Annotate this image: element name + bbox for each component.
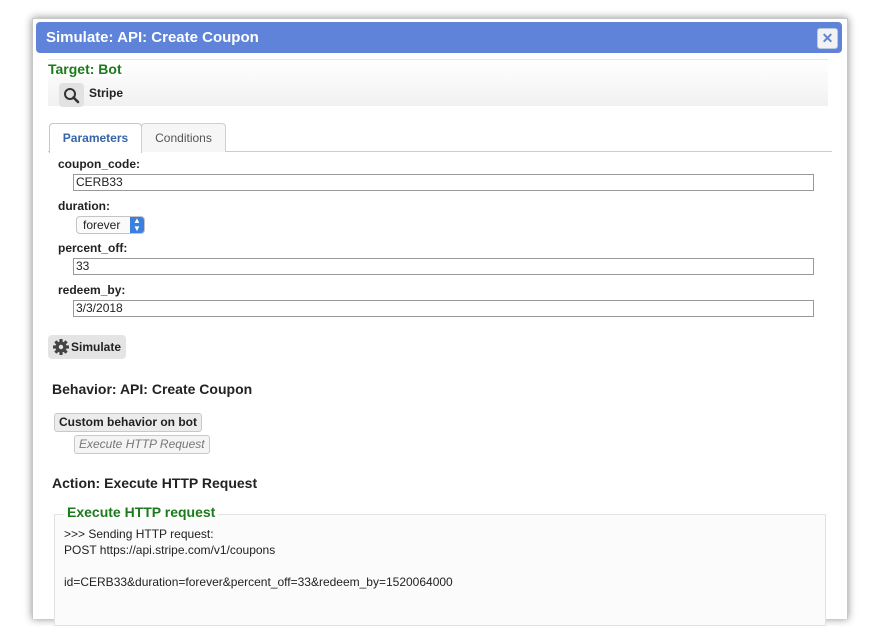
simulate-button[interactable]: Simulate [48, 335, 126, 359]
gear-icon [52, 338, 70, 364]
target-name: Stripe [89, 86, 124, 100]
behavior-child-node[interactable]: Execute HTTP Request [74, 435, 210, 454]
action-heading: Action: Execute HTTP Request [52, 475, 258, 491]
duration-select[interactable]: forever ▲ ▼ [76, 216, 145, 234]
target-legend: Target: Bot [46, 61, 124, 77]
coupon-code-label: coupon_code: [58, 157, 141, 171]
duration-label: duration: [58, 199, 110, 213]
percent-off-label: percent_off: [58, 241, 128, 255]
http-legend: Execute HTTP request [64, 504, 219, 520]
close-icon[interactable]: ✕ [817, 28, 838, 49]
duration-value: forever [83, 218, 121, 232]
redeem-by-label: redeem_by: [58, 283, 126, 297]
coupon-code-input[interactable]: CERB33 [73, 174, 814, 191]
redeem-by-input[interactable]: 3/3/2018 [73, 300, 814, 317]
select-arrows-icon: ▲ ▼ [130, 217, 144, 233]
target-fieldset [48, 59, 828, 106]
http-line: >>> Sending HTTP request: [64, 527, 214, 541]
behavior-node[interactable]: Custom behavior on bot [54, 413, 202, 432]
search-icon[interactable] [59, 83, 84, 107]
behavior-heading: Behavior: API: Create Coupon [52, 381, 253, 397]
simulate-dialog: Simulate: API: Create Coupon ✕ Target: B… [32, 18, 848, 626]
http-line: POST https://api.stripe.com/v1/coupons [64, 543, 276, 557]
percent-off-input[interactable]: 33 [73, 258, 814, 275]
dialog-title: Simulate: API: Create Coupon [46, 29, 259, 46]
http-line: id=CERB33&duration=forever&percent_off=3… [64, 575, 453, 589]
tab-conditions[interactable]: Conditions [141, 123, 226, 152]
dialog-titlebar: Simulate: API: Create Coupon ✕ [36, 22, 842, 53]
tab-parameters[interactable]: Parameters [49, 123, 142, 153]
simulate-label: Simulate [71, 340, 122, 354]
